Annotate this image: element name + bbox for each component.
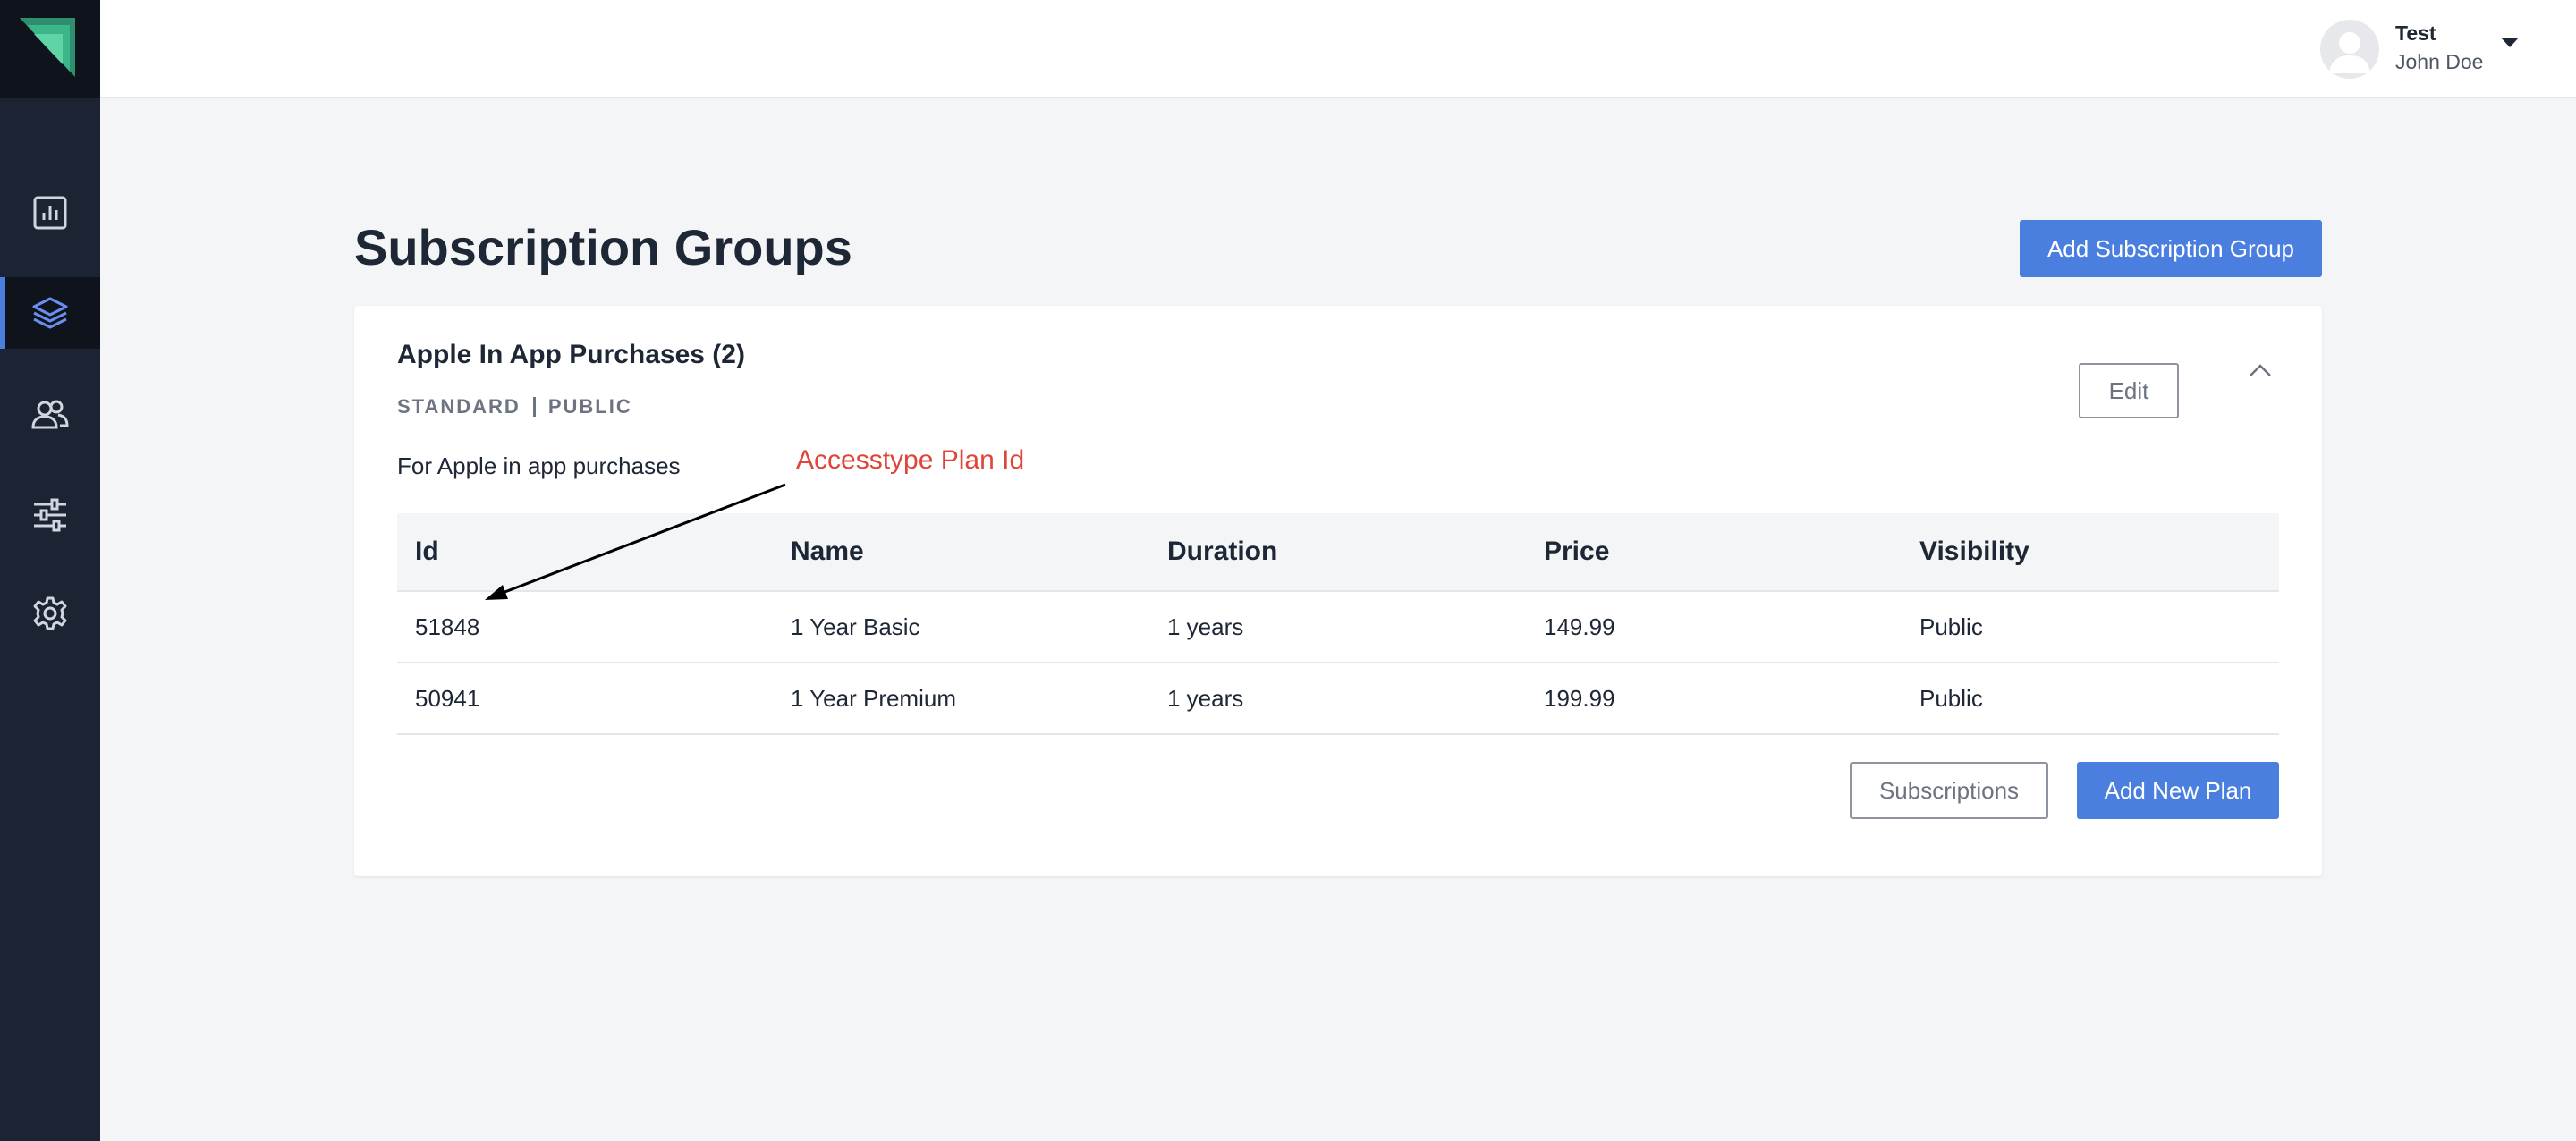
group-title: Apple In App Purchases (2) bbox=[397, 340, 745, 369]
sidebar-item-settings-sliders[interactable] bbox=[0, 479, 100, 551]
sidebar bbox=[0, 0, 100, 1141]
plan-price: 199.99 bbox=[1544, 684, 1615, 712]
column-header-price: Price bbox=[1544, 537, 1610, 566]
gear-icon bbox=[33, 596, 67, 630]
edit-button[interactable]: Edit bbox=[2079, 363, 2179, 418]
user-menu[interactable]: Test John Doe bbox=[2320, 18, 2535, 79]
tag-visibility: PUBLIC bbox=[547, 395, 632, 418]
sidebar-item-settings[interactable] bbox=[0, 578, 100, 649]
plan-duration: 1 years bbox=[1167, 613, 1244, 640]
column-header-id: Id bbox=[415, 537, 439, 566]
plan-price: 149.99 bbox=[1544, 613, 1615, 640]
user-name: Test bbox=[2395, 21, 2436, 45]
add-subscription-group-button[interactable]: Add Subscription Group bbox=[2020, 220, 2322, 277]
logo-icon bbox=[20, 18, 75, 77]
layers-icon bbox=[32, 297, 68, 329]
chart-icon bbox=[33, 196, 67, 230]
user-avatar-icon bbox=[2329, 32, 2370, 73]
top-header bbox=[100, 0, 2576, 98]
table-row[interactable]: 50941 1 Year Premium 1 years 199.99 Publ… bbox=[397, 663, 2279, 735]
column-header-duration: Duration bbox=[1167, 537, 1278, 566]
annotation-label: Accesstype Plan Id bbox=[796, 445, 1025, 475]
tag-type: STANDARD bbox=[397, 395, 521, 418]
users-icon bbox=[31, 400, 69, 429]
chevron-down-icon[interactable] bbox=[2501, 38, 2519, 47]
page-title: Subscription Groups bbox=[354, 219, 852, 275]
plan-id: 51848 bbox=[415, 613, 480, 640]
chevron-up-icon[interactable] bbox=[2249, 359, 2272, 383]
plan-visibility: Public bbox=[1919, 613, 1983, 640]
sidebar-item-subscriptions[interactable] bbox=[0, 277, 100, 349]
plan-visibility: Public bbox=[1919, 684, 1983, 712]
column-header-name: Name bbox=[791, 537, 864, 566]
sidebar-item-users[interactable] bbox=[0, 379, 100, 451]
user-full-name: John Doe bbox=[2395, 50, 2484, 73]
tag-separator bbox=[532, 397, 536, 417]
app-logo[interactable] bbox=[0, 0, 100, 98]
group-tags: STANDARD PUBLIC bbox=[397, 395, 632, 418]
plan-duration: 1 years bbox=[1167, 684, 1244, 712]
plan-name: 1 Year Premium bbox=[791, 684, 956, 712]
sliders-icon bbox=[34, 498, 66, 532]
sidebar-item-analytics[interactable] bbox=[0, 177, 100, 249]
avatar bbox=[2320, 20, 2379, 79]
subscriptions-button[interactable]: Subscriptions bbox=[1850, 762, 2048, 819]
add-new-plan-button[interactable]: Add New Plan bbox=[2077, 762, 2279, 819]
plan-id: 50941 bbox=[415, 684, 480, 712]
column-header-visibility: Visibility bbox=[1919, 537, 2029, 566]
plan-name: 1 Year Basic bbox=[791, 613, 920, 640]
annotation-arrow-icon bbox=[485, 483, 786, 600]
